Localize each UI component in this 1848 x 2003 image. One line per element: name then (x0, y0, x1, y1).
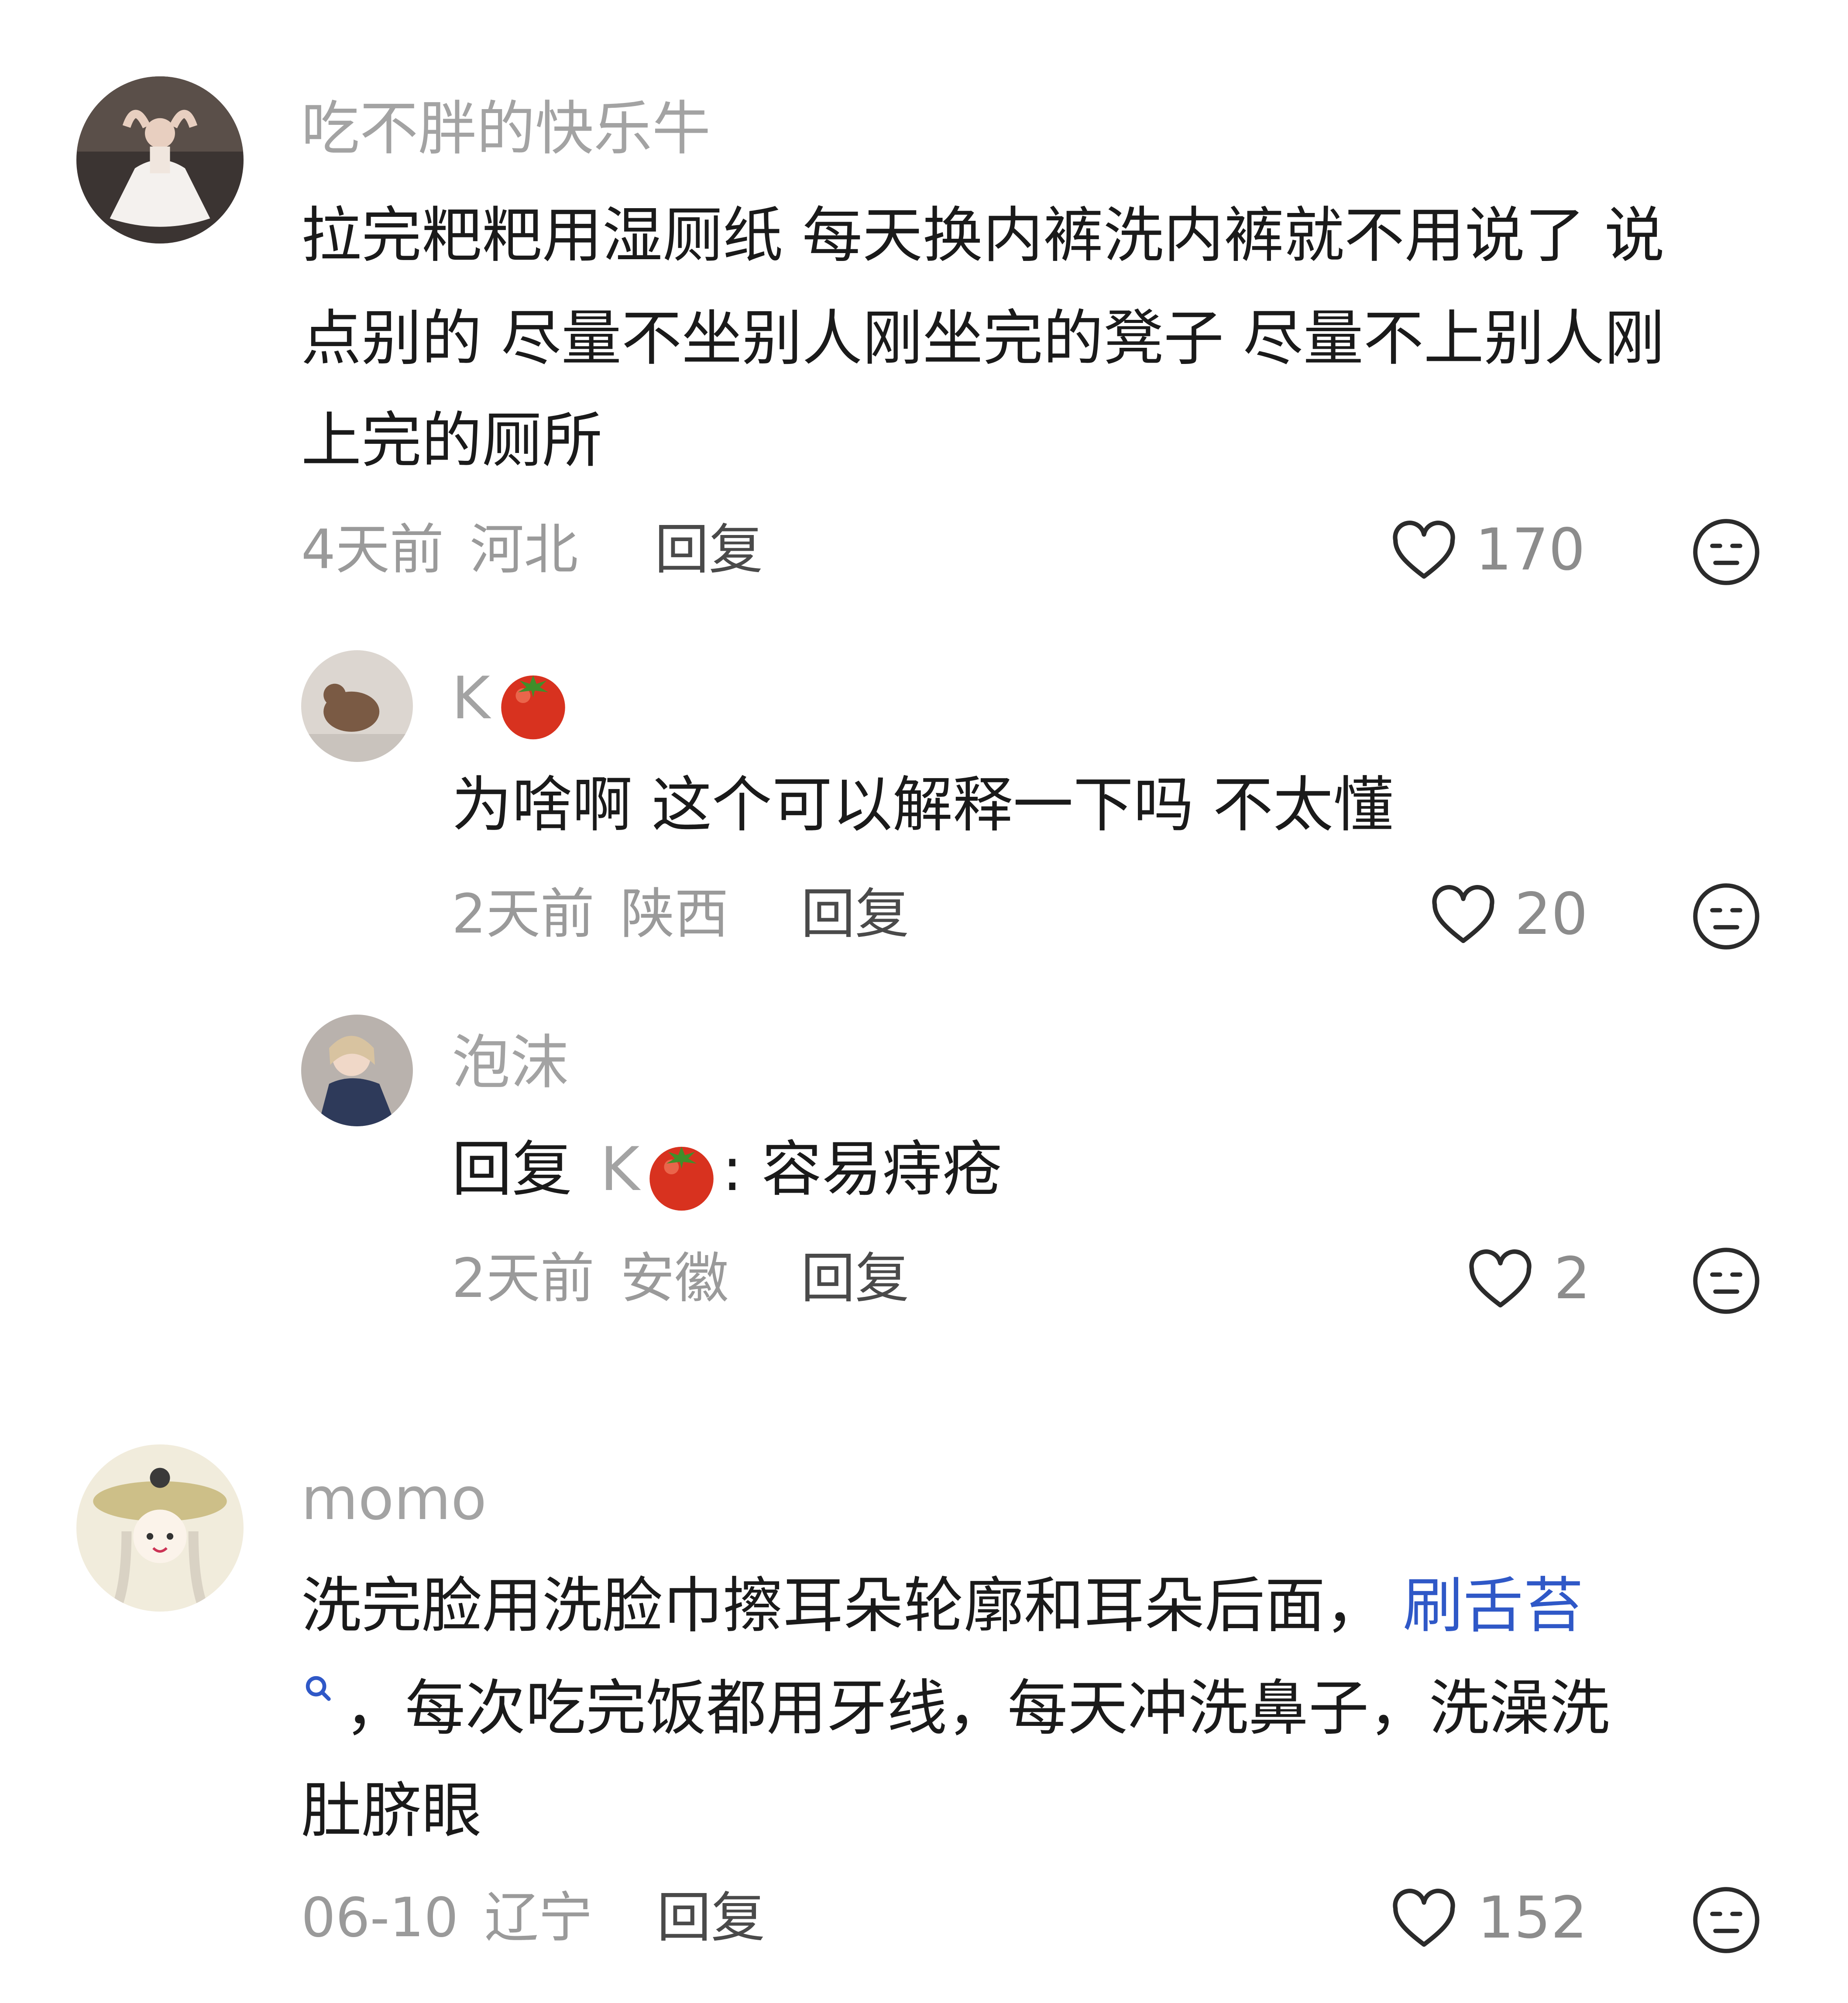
like-count: 152 (1477, 1884, 1587, 1952)
username[interactable]: 吃不胖的快乐牛 (301, 89, 711, 168)
timestamp: 4天前 (301, 518, 444, 581)
search-icon[interactable] (303, 1674, 334, 1704)
location: 辽宁 (484, 1886, 593, 1949)
meh-face-icon[interactable] (1689, 1244, 1763, 1318)
location: 陕西 (620, 883, 729, 946)
avatar[interactable] (301, 650, 413, 762)
avatar[interactable] (301, 1015, 413, 1126)
comment-text-line: 上完的厕所 (301, 405, 603, 476)
heart-outline-icon[interactable] (1427, 879, 1499, 951)
tomato-emoji (649, 1146, 714, 1211)
timestamp: 06-10 (301, 1886, 459, 1949)
timestamp: 2天前 (452, 1247, 594, 1310)
location: 安徽 (620, 1247, 729, 1310)
comment-text-line: 为啥啊 这个可以解释一下吗 不太懂 (452, 770, 1394, 840)
like-count: 170 (1475, 516, 1585, 583)
location: 河北 (470, 518, 578, 581)
timestamp: 2天前 (452, 883, 594, 946)
avatar[interactable] (76, 1444, 244, 1612)
reply-button[interactable]: 回复 (657, 1879, 765, 1957)
avatar[interactable] (76, 76, 244, 244)
comment-text-line: 回复 K : 容易痔疮 (452, 1126, 1003, 1214)
heart-outline-icon[interactable] (1388, 515, 1460, 587)
comment-text-line: 拉完粑粑用湿厕纸 每天换内裤洗内裤就不用说了 说 (301, 200, 1665, 271)
username[interactable]: 泡沫 (452, 1023, 569, 1102)
heart-outline-icon[interactable] (1464, 1244, 1536, 1316)
reply-text: : 容易痔疮 (722, 1134, 1003, 1204)
comment-meta: 2天前 安徽 (452, 1239, 728, 1318)
meh-face-icon[interactable] (1689, 1883, 1763, 1957)
comment-text-line: 肚脐眼 (301, 1776, 482, 1846)
username[interactable]: K (452, 659, 574, 743)
comment-text-line: 点别的 尽量不坐别人刚坐完的凳子 尽量不上别人刚 (301, 303, 1665, 374)
reply-prefix: 回复 (452, 1134, 573, 1204)
reply-button[interactable]: 回复 (655, 511, 763, 589)
like-count: 2 (1554, 1245, 1590, 1312)
reply-button[interactable]: 回复 (801, 1239, 909, 1318)
tomato-emoji (501, 675, 565, 740)
heart-outline-icon[interactable] (1388, 1883, 1460, 1955)
meh-face-icon[interactable] (1689, 879, 1763, 953)
meh-face-icon[interactable] (1689, 515, 1763, 589)
username[interactable]: momo (301, 1460, 487, 1538)
like-count: 20 (1515, 881, 1588, 948)
comment-meta: 4天前 河北 (301, 511, 578, 589)
topic-link[interactable]: 刷舌苔 (1403, 1571, 1584, 1641)
reply-button[interactable]: 回复 (801, 875, 909, 953)
comment-meta: 2天前 陕西 (452, 875, 728, 953)
comment-text-line: ，每次吃完饭都用牙线，每天冲洗鼻子，洗澡洗 (345, 1673, 1610, 1743)
comment-meta: 06-10 辽宁 (301, 1879, 593, 1957)
comment-text-line: 洗完脸用洗脸巾擦耳朵轮廓和耳朵后面， 刷舌苔 (301, 1571, 1584, 1641)
reply-target-user[interactable]: K (600, 1134, 640, 1204)
